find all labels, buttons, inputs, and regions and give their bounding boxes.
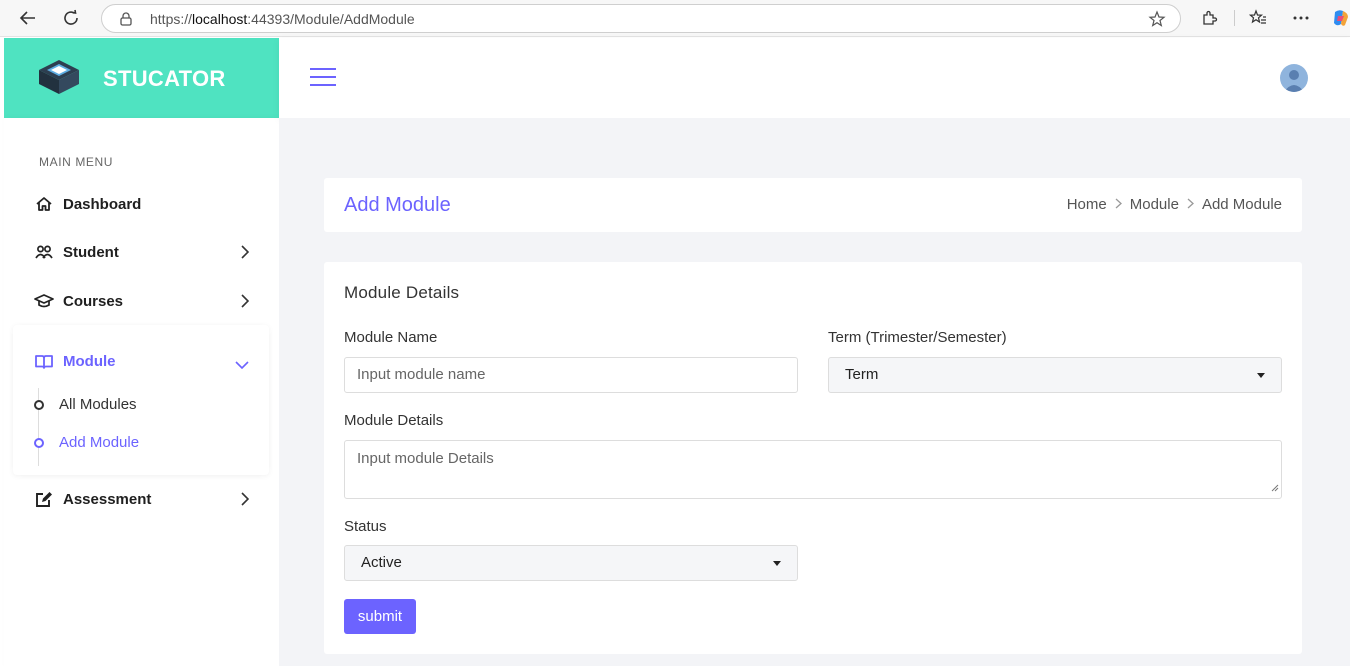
module-name-label: Module Name xyxy=(344,329,438,346)
main-menu-title: MAIN MENU xyxy=(39,155,114,169)
toolbar-divider xyxy=(1234,10,1235,26)
bullet-icon xyxy=(34,437,44,448)
module-details-placeholder: Input module Details xyxy=(357,450,494,467)
sidebar-item-label: Courses xyxy=(63,292,124,310)
chevron-right-icon xyxy=(1115,197,1122,212)
status-select[interactable]: Active xyxy=(344,545,798,581)
extensions-icon[interactable] xyxy=(1198,7,1220,29)
refresh-icon[interactable] xyxy=(58,6,84,30)
caret-down-icon xyxy=(1257,373,1265,378)
url-text: https://localhost:44393/Module/AddModule xyxy=(150,11,415,27)
edit-icon xyxy=(33,488,55,510)
browser-toolbar: https://localhost:44393/Module/AddModule xyxy=(0,0,1350,37)
logo-icon xyxy=(37,58,81,101)
more-options-icon[interactable] xyxy=(1290,7,1312,29)
breadcrumb-current: Add Module xyxy=(1201,196,1282,213)
module-form-card: Module Details Module Name Input module … xyxy=(324,262,1302,654)
user-avatar[interactable] xyxy=(1280,64,1308,92)
page-title: Add Module xyxy=(344,194,451,216)
top-header xyxy=(279,38,1350,118)
status-label: Status xyxy=(344,518,387,535)
chevron-right-icon xyxy=(241,294,250,313)
lock-icon xyxy=(119,11,133,32)
submenu-item-label: Add Module xyxy=(59,434,140,451)
breadcrumb-home[interactable]: Home xyxy=(1067,196,1107,213)
module-details-label: Module Details xyxy=(344,412,444,429)
chevron-right-icon xyxy=(241,492,250,511)
sidebar-item-assessment[interactable]: Assessment xyxy=(29,485,259,513)
chevron-right-icon xyxy=(1187,197,1194,212)
breadcrumb: Home Module Add Module xyxy=(1067,196,1282,213)
submit-button[interactable]: submit xyxy=(344,599,416,634)
status-select-value: Active xyxy=(361,554,402,571)
sidebar-item-label: Module xyxy=(63,352,116,370)
chevron-right-icon xyxy=(241,245,250,264)
sidebar: MAIN MENU Dashboard Student Courses Modu… xyxy=(4,118,279,666)
brand-name[interactable]: STUCATOR xyxy=(103,66,226,92)
favorites-icon[interactable] xyxy=(1247,7,1269,29)
module-details-textarea[interactable]: Input module Details xyxy=(344,440,1282,499)
term-select[interactable]: Term xyxy=(828,357,1282,393)
page-header: Add Module Home Module Add Module xyxy=(324,178,1302,232)
graduation-cap-icon xyxy=(33,290,55,312)
module-name-input[interactable]: Input module name xyxy=(344,357,798,393)
submenu-item-label: All Modules xyxy=(59,396,137,413)
favorite-star-icon[interactable] xyxy=(1148,10,1166,33)
sidebar-item-module[interactable]: Module xyxy=(29,347,259,375)
sidebar-item-student[interactable]: Student xyxy=(29,238,259,266)
submenu-item-all-modules[interactable]: All Modules xyxy=(34,396,137,413)
brand-header: STUCATOR xyxy=(4,38,279,118)
main-content: Add Module Home Module Add Module Module… xyxy=(279,118,1350,666)
breadcrumb-module[interactable]: Module xyxy=(1130,196,1179,213)
sidebar-item-label: Dashboard xyxy=(63,195,142,213)
form-title: Module Details xyxy=(344,283,460,302)
menu-toggle-icon[interactable] xyxy=(310,68,336,88)
users-icon xyxy=(33,241,55,263)
sidebar-item-label: Assessment xyxy=(63,490,152,508)
submenu-item-add-module[interactable]: Add Module xyxy=(34,434,139,451)
bullet-icon xyxy=(34,399,44,410)
term-label: Term (Trimester/Semester) xyxy=(828,329,1007,346)
resize-handle-icon[interactable] xyxy=(1271,479,1279,496)
home-icon xyxy=(33,193,55,215)
copilot-icon[interactable] xyxy=(1330,7,1350,29)
sidebar-item-courses[interactable]: Courses xyxy=(29,287,259,315)
book-icon xyxy=(33,350,55,372)
sidebar-item-dashboard[interactable]: Dashboard xyxy=(29,190,259,218)
chevron-down-icon xyxy=(235,356,249,374)
caret-down-icon xyxy=(773,561,781,566)
sidebar-item-label: Student xyxy=(63,243,119,261)
address-bar[interactable]: https://localhost:44393/Module/AddModule xyxy=(101,4,1181,33)
back-icon[interactable] xyxy=(15,6,41,30)
term-select-value: Term xyxy=(845,366,879,383)
